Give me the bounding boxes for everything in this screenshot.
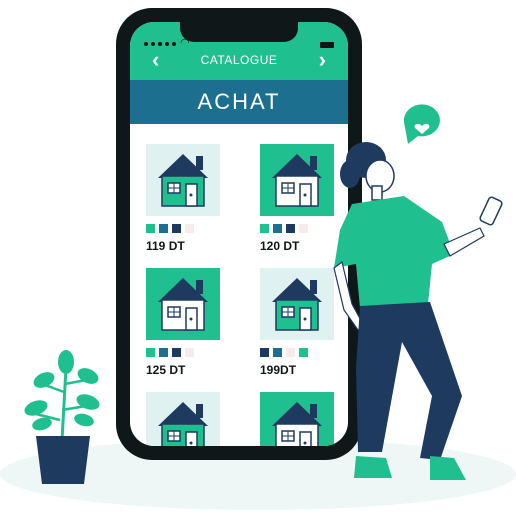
heart-bubble-icon (403, 104, 440, 144)
shopper-illustration (333, 104, 503, 480)
illustration-scene: ◠ ‹ CATALOGUE › ACHAT 119 DT 120 DT 125 … (0, 0, 516, 516)
